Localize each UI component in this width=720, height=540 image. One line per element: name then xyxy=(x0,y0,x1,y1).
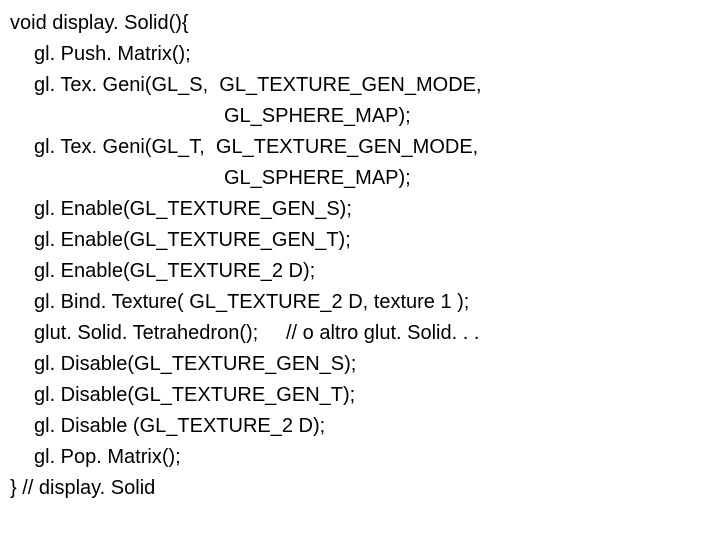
code-line-11: glut. Solid. Tetrahedron(); // o altro g… xyxy=(10,318,710,349)
code-line-5: gl. Tex. Geni(GL_T, GL_TEXTURE_GEN_MODE, xyxy=(10,132,710,163)
code-line-2: gl. Push. Matrix(); xyxy=(10,39,710,70)
code-line-4: GL_SPHERE_MAP); xyxy=(10,101,710,132)
code-block: void display. Solid(){ gl. Push. Matrix(… xyxy=(10,8,710,504)
code-line-8: gl. Enable(GL_TEXTURE_GEN_T); xyxy=(10,225,710,256)
code-line-12: gl. Disable(GL_TEXTURE_GEN_S); xyxy=(10,349,710,380)
code-line-3: gl. Tex. Geni(GL_S, GL_TEXTURE_GEN_MODE, xyxy=(10,70,710,101)
code-line-14: gl. Disable (GL_TEXTURE_2 D); xyxy=(10,411,710,442)
code-line-6: GL_SPHERE_MAP); xyxy=(10,163,710,194)
code-line-16: } // display. Solid xyxy=(10,473,710,504)
code-line-13: gl. Disable(GL_TEXTURE_GEN_T); xyxy=(10,380,710,411)
code-line-1: void display. Solid(){ xyxy=(10,8,710,39)
code-line-15: gl. Pop. Matrix(); xyxy=(10,442,710,473)
code-line-10: gl. Bind. Texture( GL_TEXTURE_2 D, textu… xyxy=(10,287,710,318)
code-line-9: gl. Enable(GL_TEXTURE_2 D); xyxy=(10,256,710,287)
code-line-7: gl. Enable(GL_TEXTURE_GEN_S); xyxy=(10,194,710,225)
